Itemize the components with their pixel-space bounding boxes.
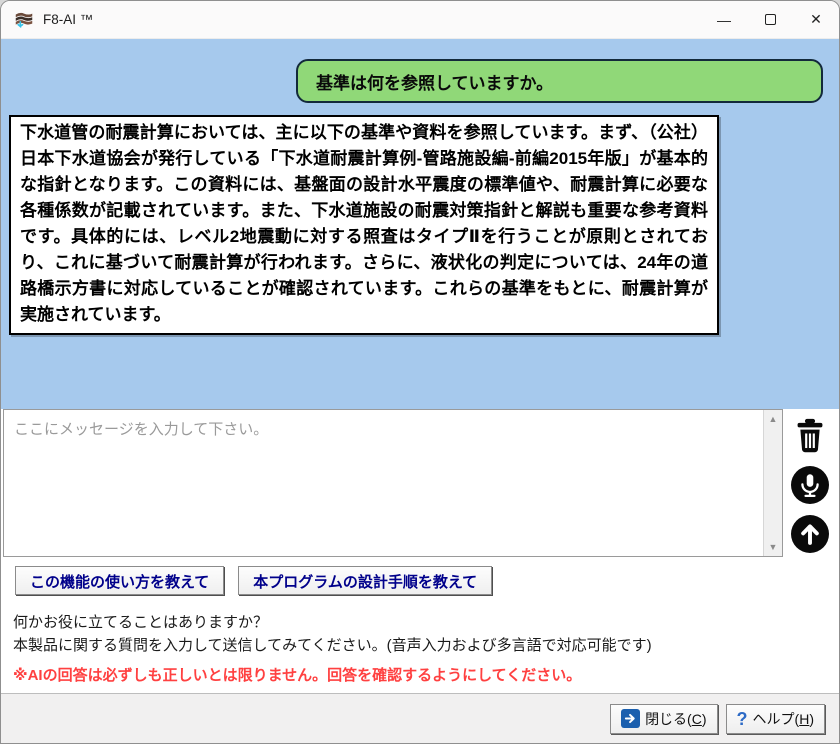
trash-icon: [792, 417, 828, 455]
close-arrow-icon: [621, 709, 640, 728]
maximize-icon: [765, 14, 776, 25]
user-question-bubble: 基準は何を参照していますか。: [296, 59, 823, 103]
message-input-box: ▲ ▼: [3, 409, 783, 557]
help-button[interactable]: ? ヘルプ(H): [726, 704, 825, 734]
composer-section: ▲ ▼: [1, 409, 839, 561]
close-button-label: 閉じる(C): [645, 709, 706, 729]
scroll-down-icon[interactable]: ▼: [769, 541, 778, 553]
user-question-text: 基準は何を参照していますか。: [316, 69, 553, 94]
microphone-icon: [791, 466, 829, 504]
chat-history-panel: 基準は何を参照していますか。 下水道管の耐震計算においては、主に以下の基準や資料…: [1, 39, 839, 409]
input-scrollbar[interactable]: ▲ ▼: [763, 410, 782, 556]
quick-action-usage-button[interactable]: この機能の使い方を教えて: [15, 566, 224, 595]
help-button-label: ヘルプ(H): [753, 709, 814, 729]
window-title: F8-AI ™: [43, 12, 93, 27]
close-window-button[interactable]: ✕: [793, 1, 839, 38]
app-window: F8-AI ™ — ✕ 基準は何を参照していますか。 下水道管の耐震計算において…: [0, 0, 840, 744]
ai-answer-text: 下水道管の耐震計算においては、主に以下の基準や資料を参照しています。まず、（公社…: [20, 123, 708, 324]
voice-input-button[interactable]: [791, 466, 829, 504]
app-logo-icon: [13, 9, 35, 31]
quick-actions-row: この機能の使い方を教えて 本プログラムの設計手順を教えて: [15, 566, 492, 595]
close-dialog-button[interactable]: 閉じる(C): [610, 704, 717, 734]
maximize-button[interactable]: [747, 1, 793, 38]
hint-line-1: 何かお役に立てることはありますか？: [13, 611, 827, 634]
scroll-up-icon[interactable]: ▲: [769, 413, 778, 425]
ai-disclaimer-text: ※AIの回答は必ずしも正しいとは限りません。回答を確認するようにしてください。: [13, 664, 827, 685]
message-input[interactable]: [4, 410, 763, 556]
footer-bar: 閉じる(C) ? ヘルプ(H): [1, 693, 839, 743]
question-mark-icon: ?: [737, 710, 748, 728]
window-controls: — ✕: [701, 1, 839, 38]
title-bar[interactable]: F8-AI ™ — ✕: [1, 1, 839, 39]
ai-answer-box: 下水道管の耐震計算においては、主に以下の基準や資料を参照しています。まず、（公社…: [9, 115, 719, 335]
clear-messages-button[interactable]: [791, 417, 829, 455]
hint-text-block: 何かお役に立てることはありますか？ 本製品に関する質問を入力して送信してみてくだ…: [13, 611, 827, 657]
arrow-up-icon: [791, 515, 829, 553]
hint-line-2: 本製品に関する質問を入力して送信してみてください。(音声入力および多言語で対応可…: [13, 634, 827, 657]
send-message-button[interactable]: [791, 515, 829, 553]
quick-action-procedure-button[interactable]: 本プログラムの設計手順を教えて: [238, 566, 492, 595]
composer-actions: [781, 417, 839, 553]
minimize-button[interactable]: —: [701, 1, 747, 38]
